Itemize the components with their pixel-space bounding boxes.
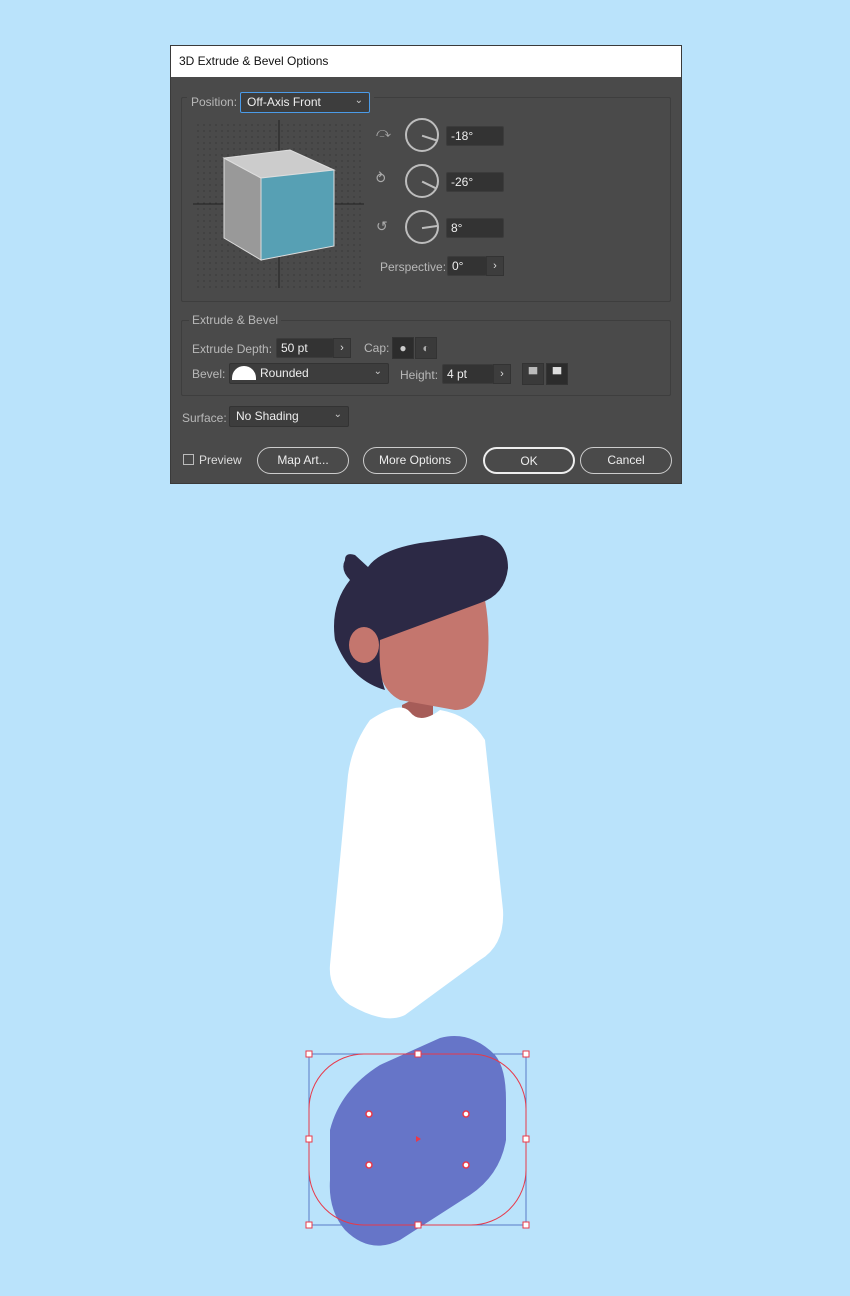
surface-label: Surface: <box>182 411 227 425</box>
shirt <box>329 707 504 1019</box>
cube-preview[interactable] <box>191 118 366 290</box>
chevron-down-icon: ⌄ <box>354 94 364 106</box>
extrude-depth-slider-button[interactable]: › <box>333 338 351 358</box>
cap-on-button[interactable]: ● <box>392 337 414 359</box>
extrude-depth-input[interactable]: 50 pt <box>276 338 334 358</box>
rotate-y-input[interactable]: -26° <box>446 172 504 192</box>
perspective-input[interactable]: 0° <box>447 256 487 276</box>
cap-label: Cap: <box>364 341 390 355</box>
cap-off-button[interactable]: ◐ <box>415 337 437 359</box>
height-slider-button[interactable]: › <box>493 364 511 384</box>
preview-checkbox[interactable] <box>183 454 194 465</box>
rotate-z-dial[interactable] <box>405 210 439 244</box>
chevron-down-icon: ⌄ <box>333 409 342 420</box>
position-select[interactable]: Off-Axis Front ⌄ <box>240 91 371 113</box>
cube-front <box>260 169 335 261</box>
ear <box>349 627 379 663</box>
bevel-label: Bevel: <box>192 367 226 381</box>
perspective-slider-button[interactable]: › <box>486 256 504 276</box>
bevel-shape-icon <box>232 366 256 380</box>
position-value: Off-Axis Front <box>247 94 321 109</box>
cancel-button[interactable]: Cancel <box>580 447 672 474</box>
chevron-down-icon: ⌄ <box>373 366 382 377</box>
rotate-x-dial[interactable] <box>405 118 439 152</box>
preview-label: Preview <box>199 453 242 467</box>
bevel-extent-in-button[interactable]: ▀ <box>546 363 568 385</box>
rotate-x-input[interactable]: -18° <box>446 126 504 146</box>
character-illustration <box>305 535 530 1246</box>
rotate-y-dial[interactable] <box>405 164 439 198</box>
position-label: Position: <box>191 95 238 109</box>
bevel-select[interactable]: Rounded ⌄ <box>229 363 389 384</box>
surface-value: No Shading <box>236 409 299 423</box>
rotate-z-input[interactable]: 8° <box>446 218 504 238</box>
height-label: Height: <box>400 368 439 382</box>
perspective-label: Perspective: <box>380 260 447 274</box>
dialog-title: 3D Extrude & Bevel Options <box>171 46 681 77</box>
rotate-x-icon: ⤼ <box>376 124 391 140</box>
ok-button[interactable]: OK <box>483 447 575 474</box>
extrude-depth-label: Extrude Depth: <box>192 342 273 356</box>
bevel-extent-out-button[interactable]: ▀ <box>522 363 544 385</box>
extrude-bevel-dialog: 3D Extrude & Bevel Options Position: Off… <box>170 45 682 484</box>
extrude-bevel-heading: Extrude & Bevel <box>189 313 282 327</box>
surface-select[interactable]: No Shading ⌄ <box>229 406 349 427</box>
map-art-button[interactable]: Map Art... <box>257 447 349 474</box>
height-input[interactable]: 4 pt <box>442 364 494 384</box>
rotate-y-icon: ⥁ <box>376 170 386 186</box>
bevel-value: Rounded <box>260 366 309 380</box>
more-options-button[interactable]: More Options <box>363 447 467 474</box>
rotate-z-icon: ↺ <box>376 218 388 234</box>
